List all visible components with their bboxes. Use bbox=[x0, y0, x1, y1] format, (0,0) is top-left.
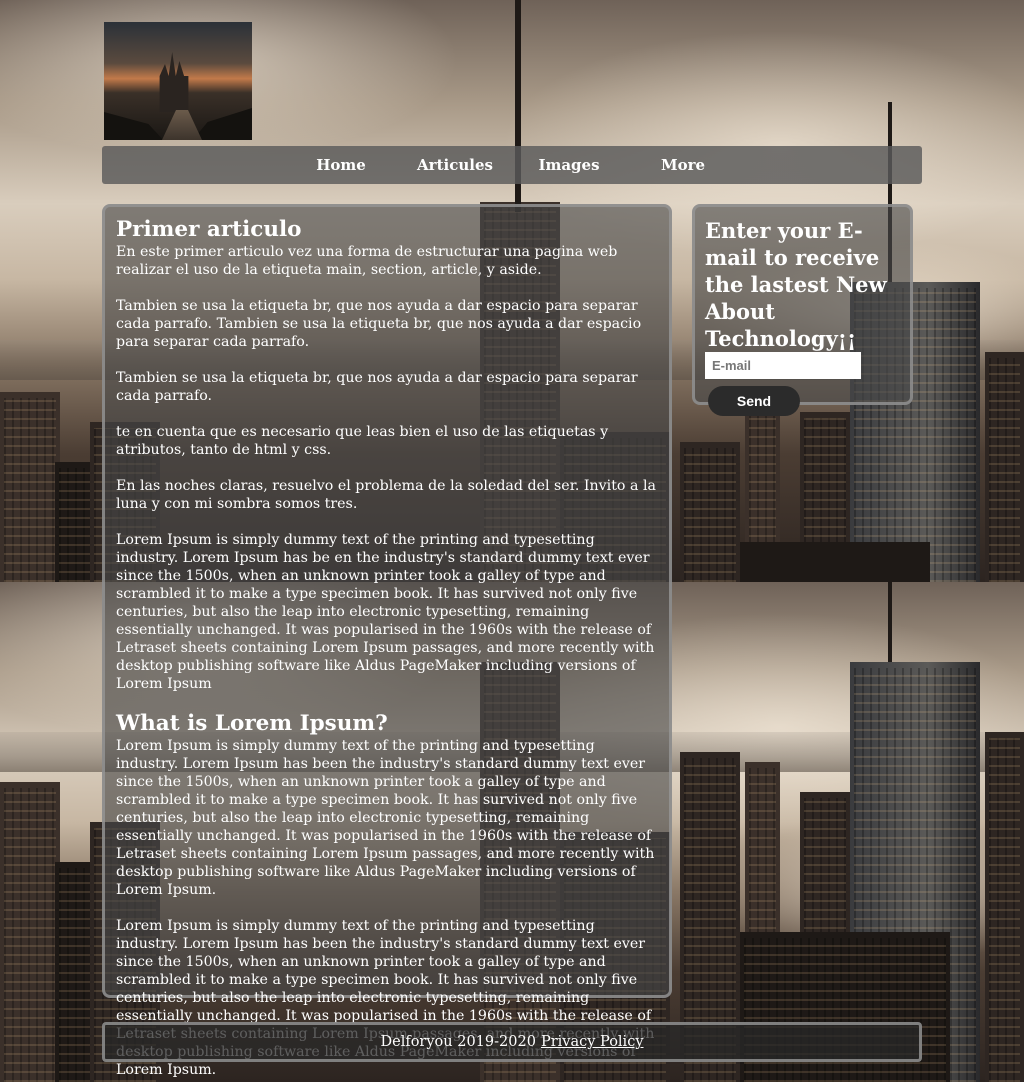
nav-item-images[interactable]: Images bbox=[512, 156, 626, 174]
castle-logo-image bbox=[104, 22, 252, 140]
article-paragraph: te en cuenta que es necesario que leas b… bbox=[116, 424, 609, 458]
main-navigation: Home Articules Images More bbox=[102, 146, 922, 184]
article-paragraph: En las noches claras, resuelvo el proble… bbox=[116, 478, 656, 512]
article-paragraph: En este primer articulo vez una forma de… bbox=[116, 244, 618, 278]
page-footer: Delforyou 2019-2020 Privacy Policy bbox=[102, 1022, 922, 1062]
nav-item-home[interactable]: Home bbox=[284, 156, 398, 174]
article-title: What is Lorem Ipsum? bbox=[116, 711, 388, 736]
article-paragraph: Lorem Ipsum is simply dummy text of the … bbox=[116, 738, 655, 898]
article-paragraph: Tambien se usa la etiqueta br, que nos a… bbox=[116, 298, 642, 350]
newsletter-aside: Enter your E-mail to receive the lastest… bbox=[692, 204, 913, 416]
footer-copyright: Delforyou 2019-2020 bbox=[380, 1034, 536, 1050]
nav-item-more[interactable]: More bbox=[626, 156, 740, 174]
newsletter-heading: Enter your E-mail to receive the lastest… bbox=[705, 218, 887, 351]
article-paragraph: Tambien se usa la etiqueta br, que nos a… bbox=[116, 370, 638, 404]
privacy-policy-link[interactable]: Privacy Policy bbox=[541, 1034, 644, 1050]
article-title: Primer articulo bbox=[116, 217, 302, 242]
article-primer: Primer articulo En este primer articulo … bbox=[116, 217, 659, 693]
main-content-panel: Primer articulo En este primer articulo … bbox=[102, 204, 672, 1078]
nav-item-articules[interactable]: Articules bbox=[398, 156, 512, 174]
send-button[interactable]: Send bbox=[708, 386, 800, 416]
article-paragraph: Lorem Ipsum is simply dummy text of the … bbox=[116, 532, 655, 692]
email-input[interactable] bbox=[705, 352, 861, 379]
